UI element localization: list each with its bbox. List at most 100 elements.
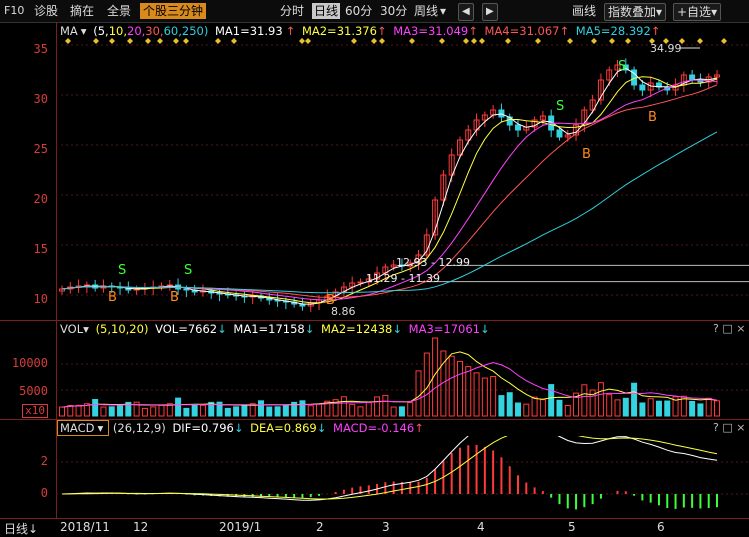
signal-diamond-icon <box>305 38 311 44</box>
buy-signal-label: B <box>326 293 335 308</box>
ma-param-20: 20, <box>127 24 146 38</box>
signal-diamond-icon <box>409 38 415 44</box>
signal-diamond-icon <box>379 38 385 44</box>
volume-bar <box>564 404 571 417</box>
up-arrow-icon: ↑ <box>650 24 661 38</box>
down-arrow-icon: ↓ <box>480 322 490 336</box>
dif-line <box>61 436 718 501</box>
price-tick-20: 20 <box>33 192 48 206</box>
volume-bar <box>307 405 314 417</box>
volume-bar <box>398 406 405 417</box>
add-watchlist-button[interactable]: +自选▾ <box>673 3 722 21</box>
volume-bar <box>233 406 240 417</box>
draw-line-button[interactable]: 画线 <box>572 3 596 19</box>
vol-indicator-name[interactable]: VOL <box>60 322 83 336</box>
macd-legend: MACD ▾ (26,12,9) DIF=0.796↓ DEA=0.869↓ MA… <box>57 420 427 436</box>
period-30min[interactable]: 30分 <box>380 3 407 19</box>
signal-diamond-icon <box>65 38 71 44</box>
ma-param-250: 250) <box>181 24 209 38</box>
volume-bar <box>473 372 480 417</box>
volume-bar <box>597 382 604 417</box>
signal-diamond-icon <box>721 38 727 44</box>
volume-bar <box>614 399 621 417</box>
volume-bar <box>390 406 397 417</box>
ma2-value: MA2=31.376 <box>301 24 377 38</box>
chevron-down-icon[interactable]: ▾ <box>83 322 89 336</box>
volume-bar <box>108 406 115 417</box>
candlestick-chart[interactable]: 34.998.8612.93 - 12.9911.29 - 11.39B B BBB… <box>56 38 749 320</box>
volume-bar <box>199 404 206 417</box>
volume-bar <box>523 403 530 417</box>
volume-bar <box>100 406 107 417</box>
macd-params: (26,12,9) <box>112 421 166 435</box>
volume-bar <box>697 403 704 417</box>
volume-bar <box>705 397 712 417</box>
volume-bar <box>67 404 74 417</box>
buy-signal-label: B <box>170 290 179 305</box>
x-label-4: 4 <box>477 520 485 534</box>
chevron-down-icon: ▾ <box>711 5 718 19</box>
three-minute-tab[interactable]: 个股三分钟 <box>140 3 207 19</box>
sell-signal-label: S <box>556 99 564 114</box>
period-daily[interactable]: 日线 <box>312 3 341 19</box>
signal-diamond-icon <box>505 38 511 44</box>
ma-indicator-name[interactable]: MA <box>60 24 78 38</box>
volume-bar <box>150 406 157 417</box>
volume-bar <box>490 375 497 417</box>
ma5-value: MA5=28.392 <box>575 24 651 38</box>
ma3-value: MA3=31.049 <box>393 24 469 38</box>
macd-chart[interactable] <box>56 436 749 518</box>
volume-bar <box>282 404 289 417</box>
chevron-down-icon[interactable]: ▾ <box>81 24 87 38</box>
macd-tick-0: 0 <box>40 486 48 500</box>
ma-param-60: 60, <box>163 24 182 38</box>
volume-bar <box>714 400 720 417</box>
period-intraday[interactable]: 分时 <box>280 3 304 19</box>
signal-diamond-icon <box>231 38 237 44</box>
panorama-button[interactable]: 全景 <box>107 3 131 19</box>
help-icon[interactable]: ? <box>713 322 719 335</box>
sell-signal-label: S <box>184 263 192 278</box>
vol-unit-badge: x10 <box>22 404 48 418</box>
maximize-icon[interactable]: □ <box>722 421 732 434</box>
volume-bar <box>689 400 696 417</box>
axis-mode-button[interactable]: 日线↓ <box>4 520 38 537</box>
close-icon[interactable]: × <box>736 421 745 434</box>
period-dropdown-icon[interactable]: ▾ <box>440 3 446 19</box>
volume-bar <box>299 400 306 417</box>
index-overlay-button[interactable]: 指数叠加▾ <box>604 3 667 21</box>
next-icon[interactable]: ▶ <box>482 3 498 21</box>
volume-bar <box>481 377 488 417</box>
vol-ma3-value: MA3=17061 <box>408 322 480 336</box>
prev-icon[interactable]: ◀ <box>458 3 474 21</box>
candle-body <box>556 129 563 138</box>
close-icon[interactable]: × <box>736 322 745 335</box>
volume-bar <box>606 394 613 417</box>
price-axis: 35 30 25 20 15 10 <box>0 22 57 320</box>
help-icon[interactable]: ? <box>713 421 719 434</box>
f10-button[interactable]: F10 <box>4 3 24 19</box>
maximize-icon[interactable]: □ <box>722 322 732 335</box>
candle-body <box>639 84 646 91</box>
diagnose-button[interactable]: 诊股 <box>34 3 58 19</box>
down-arrow-icon: ↓ <box>392 322 403 336</box>
macd-indicator-select[interactable]: MACD ▾ <box>57 420 110 436</box>
period-weekly[interactable]: 周线 <box>414 3 438 19</box>
price-tick-25: 25 <box>33 142 48 156</box>
candle-body <box>515 124 522 131</box>
price-tick-10: 10 <box>33 292 48 306</box>
volume-bar <box>92 398 99 417</box>
vol-ma2-value: MA2=12438 <box>321 322 393 336</box>
volume-chart[interactable] <box>56 336 749 419</box>
excerpt-button[interactable]: 摘在 <box>70 3 94 19</box>
price-tick-15: 15 <box>33 242 48 256</box>
vol-value: VOL=7662 <box>155 322 218 336</box>
dea-value: DEA=0.869 <box>250 421 317 435</box>
add-watchlist-label: +自选 <box>677 5 712 19</box>
volume-bar <box>622 397 629 417</box>
volume-bar <box>539 399 546 417</box>
signal-diamond-icon <box>299 38 305 44</box>
signal-diamond-icon <box>183 38 189 44</box>
period-60min[interactable]: 60分 <box>345 3 372 19</box>
divider <box>0 419 749 420</box>
